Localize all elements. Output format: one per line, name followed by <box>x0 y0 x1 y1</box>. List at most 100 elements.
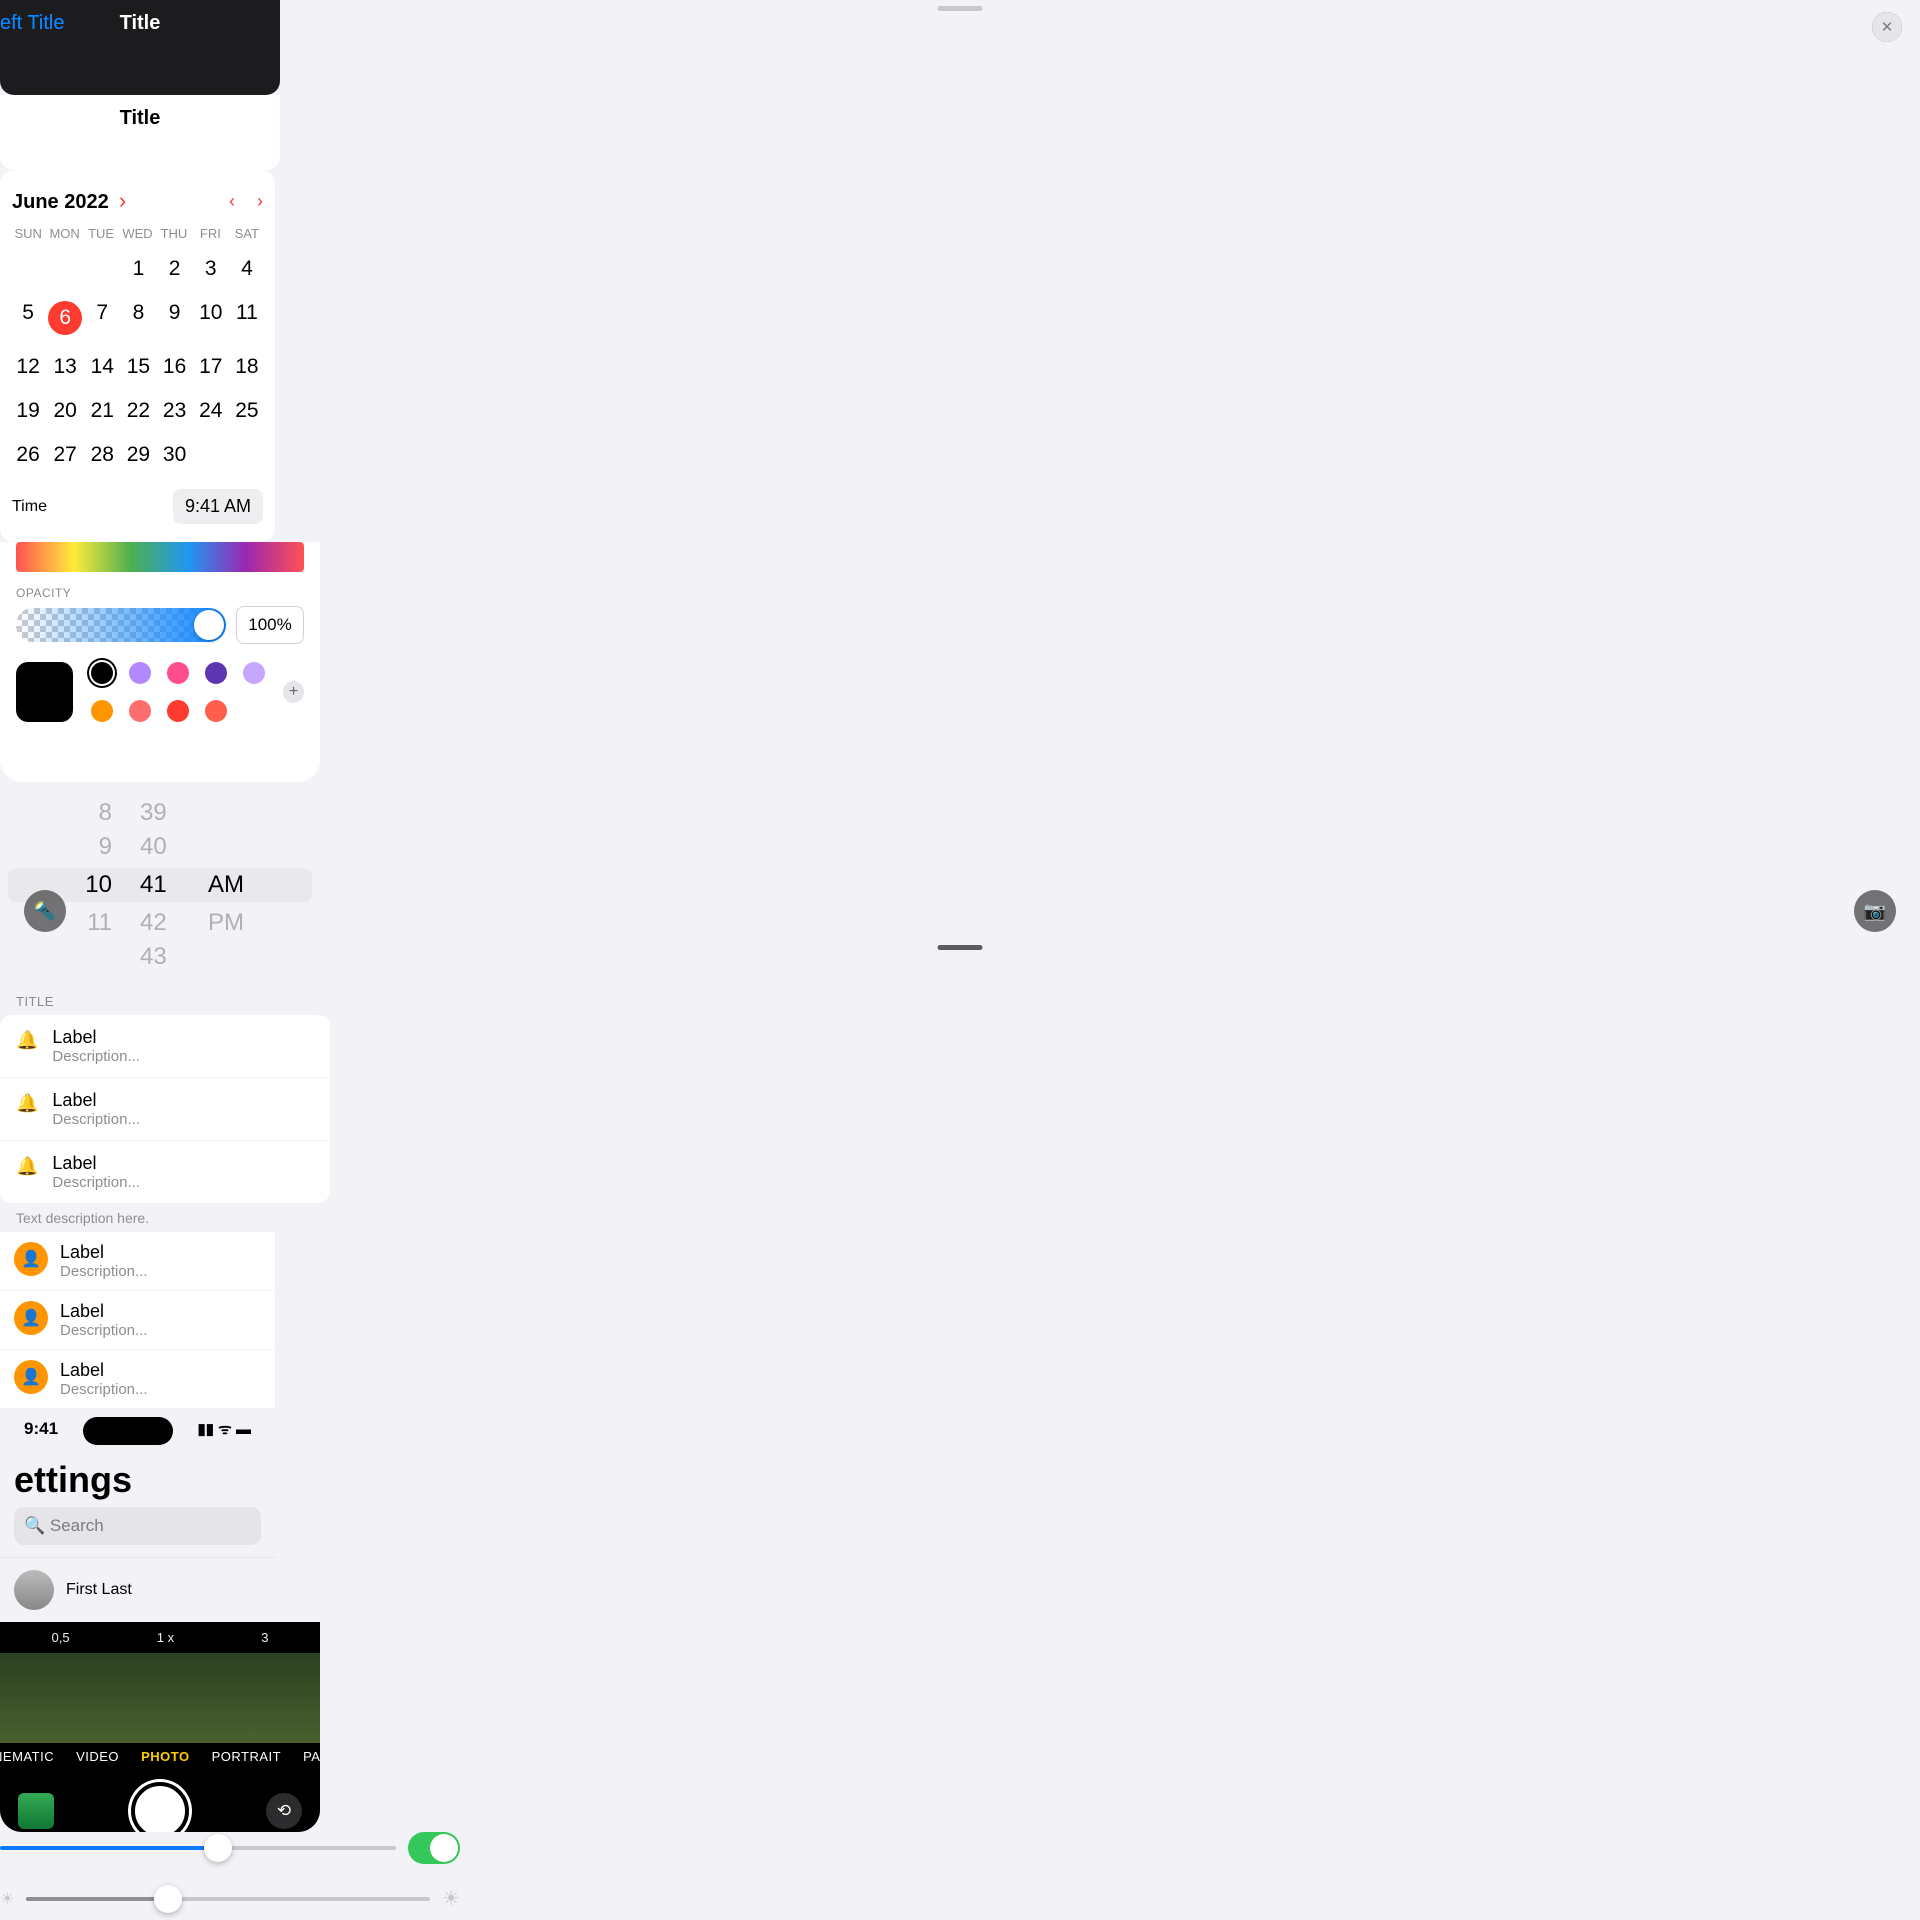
calendar-day[interactable]: 21 <box>86 391 118 431</box>
camera-mode[interactable]: PHOTO <box>141 1749 190 1764</box>
color-swatch[interactable] <box>243 662 265 684</box>
color-swatch[interactable] <box>91 700 113 722</box>
next-month[interactable]: › <box>257 191 263 212</box>
slider[interactable] <box>0 1846 396 1850</box>
hue-slider[interactable] <box>16 542 304 572</box>
calendar-day[interactable]: 15 <box>122 347 154 387</box>
time-picker-wheel[interactable]: 8399401041AM1142PM43 <box>0 782 320 988</box>
calendar-day[interactable]: 8 <box>122 293 154 343</box>
camera-mode[interactable]: VIDEO <box>76 1749 119 1764</box>
opacity-label: OPACITY <box>16 586 304 600</box>
list-item[interactable]: 👤LabelDescription... <box>0 1232 275 1290</box>
section-title: TITLE <box>0 988 330 1015</box>
calendar-day[interactable]: 23 <box>159 391 191 431</box>
color-swatch[interactable] <box>91 662 113 684</box>
current-color <box>16 662 73 722</box>
brightness-high-icon: ☀ <box>442 1886 460 1911</box>
calendar-day[interactable]: 20 <box>48 391 82 431</box>
page-title: ettings <box>0 1451 275 1507</box>
calendar-day[interactable]: 19 <box>12 391 44 431</box>
user-row[interactable]: First Last <box>0 1557 275 1622</box>
person-icon: 👤 <box>14 1242 48 1276</box>
calendar-day[interactable]: 17 <box>195 347 227 387</box>
calendar-day[interactable]: 1 <box>122 249 154 289</box>
calendar-day[interactable]: 10 <box>195 293 227 343</box>
avatar <box>14 1570 54 1610</box>
bell-icon: 🔔 <box>16 1156 38 1177</box>
viewfinder <box>0 1653 320 1743</box>
calendar-month[interactable]: June 2022 <box>12 191 109 213</box>
opacity-value[interactable]: 100% <box>236 606 304 644</box>
color-picker: OPACITY 100% + <box>0 542 320 782</box>
calendar-day[interactable]: 12 <box>12 347 44 387</box>
camera-mode[interactable]: PORTRAIT <box>212 1749 282 1764</box>
opacity-slider[interactable] <box>16 608 226 642</box>
calendar-day[interactable]: 11 <box>231 293 263 343</box>
calendar-day[interactable]: 24 <box>195 391 227 431</box>
list-item[interactable]: 🔔LabelDescription... <box>0 1141 330 1203</box>
calendar-day[interactable]: 25 <box>231 391 263 431</box>
brightness-slider[interactable] <box>26 1897 430 1901</box>
add-color[interactable]: + <box>283 681 304 703</box>
list-item[interactable]: 🔔LabelDescription... <box>0 1015 330 1077</box>
toggle-switch[interactable] <box>408 1832 460 1864</box>
calendar-day[interactable]: 16 <box>159 347 191 387</box>
color-swatch[interactable] <box>167 662 189 684</box>
calendar-day[interactable]: 2 <box>159 249 191 289</box>
color-swatch[interactable] <box>205 662 227 684</box>
calendar-day[interactable]: 7 <box>86 293 118 343</box>
settings-screen: 9:41 ▮▮ ᯤ ▬ ettings 🔍 Search First Last <box>0 1409 275 1622</box>
camera-mode[interactable]: CINEMATIC <box>0 1749 54 1764</box>
list-item[interactable]: 🔔LabelDescription... <box>0 1078 330 1140</box>
calendar-day[interactable]: 30 <box>159 435 191 475</box>
search-input[interactable]: 🔍 Search <box>14 1507 261 1545</box>
brightness-low-icon: ☀ <box>0 1889 14 1909</box>
time-value[interactable]: 9:41 AM <box>173 489 263 524</box>
calendar-day[interactable]: 22 <box>122 391 154 431</box>
calendar-day[interactable]: 9 <box>159 293 191 343</box>
camera-mode[interactable]: PANO <box>303 1749 320 1764</box>
sheet-title: Title <box>0 95 280 130</box>
calendar-day[interactable]: 6 <box>48 293 82 343</box>
chevron-right-icon: › <box>113 188 126 213</box>
status-icons: ▮▮ ᯤ ▬ <box>197 1419 251 1445</box>
prev-month[interactable]: ‹ <box>229 191 235 212</box>
grouped-list: TITLE 🔔LabelDescription...🔔LabelDescript… <box>0 988 330 1232</box>
sliders: ☀ ☀ <box>0 1832 460 1911</box>
status-time: 9:41 <box>24 1419 58 1445</box>
sheet-left-title[interactable]: eft Title <box>0 12 64 35</box>
drag-handle[interactable] <box>938 945 983 950</box>
calendar-day[interactable]: 28 <box>86 435 118 475</box>
color-swatch[interactable] <box>205 700 227 722</box>
shutter-button[interactable] <box>131 1782 189 1832</box>
calendar-day[interactable]: 3 <box>195 249 227 289</box>
section-footer: Text description here. <box>0 1204 330 1232</box>
close-icon[interactable]: ✕ <box>1872 12 1902 42</box>
list-item[interactable]: 👤LabelDescription... <box>0 1350 275 1408</box>
bell-icon: 🔔 <box>16 1030 38 1051</box>
calendar-day[interactable]: 13 <box>48 347 82 387</box>
color-swatch[interactable] <box>129 662 151 684</box>
calendar-day[interactable]: 27 <box>48 435 82 475</box>
calendar-day[interactable]: 18 <box>231 347 263 387</box>
color-swatch[interactable] <box>129 700 151 722</box>
camera-screen: 0,51 x3 CINEMATICVIDEOPHOTOPORTRAITPANO … <box>0 1622 320 1832</box>
calendar: June 2022 › ‹› SUNMONTUEWEDTHUFRISAT 123… <box>0 170 275 542</box>
calendar-day[interactable]: 26 <box>12 435 44 475</box>
time-label: Time <box>12 498 47 516</box>
calendar-day[interactable]: 14 <box>86 347 118 387</box>
flip-camera-icon[interactable]: ⟲ <box>266 1793 302 1829</box>
zoom-level[interactable]: 1 x <box>157 1630 174 1645</box>
calendar-day[interactable]: 5 <box>12 293 44 343</box>
drag-handle[interactable] <box>938 6 983 11</box>
person-icon: 👤 <box>14 1301 48 1335</box>
color-swatch[interactable] <box>167 700 189 722</box>
last-photo-thumb[interactable] <box>18 1793 54 1829</box>
person-icon: 👤 <box>14 1360 48 1394</box>
zoom-level[interactable]: 0,5 <box>52 1630 70 1645</box>
zoom-level[interactable]: 3 <box>261 1630 268 1645</box>
calendar-day[interactable]: 29 <box>122 435 154 475</box>
list-item[interactable]: 👤LabelDescription... <box>0 1291 275 1349</box>
bell-icon: 🔔 <box>16 1093 38 1114</box>
calendar-day[interactable]: 4 <box>231 249 263 289</box>
